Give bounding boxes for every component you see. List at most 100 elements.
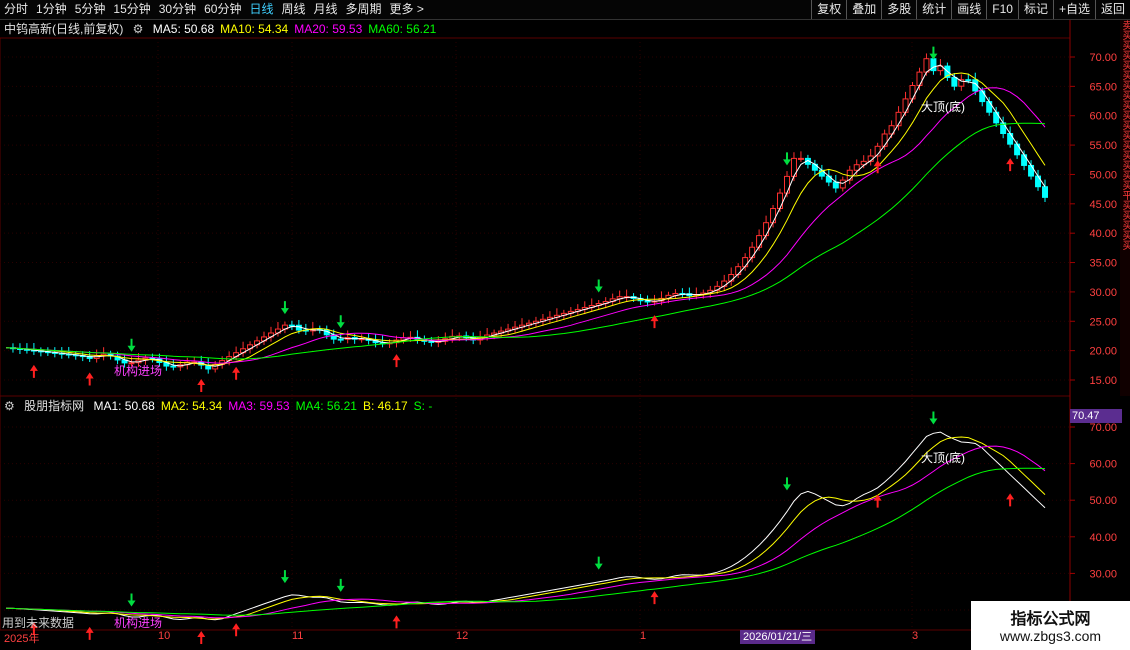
period-tab[interactable]: 周线 <box>277 0 309 19</box>
period-tab[interactable]: 多周期 <box>342 0 386 19</box>
toolbar-action-button[interactable]: 多股 <box>881 0 916 19</box>
candle-body <box>609 298 616 303</box>
candle-body <box>212 364 219 370</box>
candle-body <box>226 356 233 362</box>
candle-body <box>770 208 777 224</box>
price-tick-label: 65.00 <box>1089 81 1117 93</box>
candle-body <box>735 266 742 276</box>
settings-icon[interactable]: ⚙ <box>4 399 15 413</box>
indicator-line <box>5 431 1046 621</box>
candle-body <box>240 348 247 354</box>
ma-legend-item: MA60: 56.21 <box>368 22 437 36</box>
price-tick-label: 55.00 <box>1089 140 1117 152</box>
candle-body <box>867 155 874 162</box>
candle-body <box>477 336 484 341</box>
candle-body <box>763 222 770 237</box>
candle-body <box>860 160 867 166</box>
candle-body <box>902 98 909 113</box>
candle-body <box>539 318 546 322</box>
candle-body <box>560 312 567 316</box>
price-tick-label: 45.00 <box>1089 199 1117 211</box>
candle-body <box>323 329 330 336</box>
candle-body <box>853 164 860 171</box>
ma-line <box>5 64 1046 367</box>
period-tab[interactable]: 日线 <box>245 0 277 19</box>
price-tick-label: 40.00 <box>1089 228 1117 240</box>
candle-body <box>337 338 344 341</box>
candle-body <box>630 296 637 299</box>
indicator-tick-label: 70.00 <box>1089 422 1117 434</box>
candle-body <box>881 133 888 147</box>
toolbar-action-button[interactable]: +自选 <box>1052 0 1095 19</box>
candle-body <box>86 355 93 359</box>
kline-chart[interactable]: 70.00 65.00 60.00 55.00 50.00 45.00 40.00 35.00… <box>0 0 1130 650</box>
period-tab[interactable]: 60分钟 <box>200 0 245 19</box>
candle-body <box>281 324 288 330</box>
indicator-line <box>5 467 1046 616</box>
date-tick-label: 3 <box>912 630 919 642</box>
period-tab[interactable]: 分时 <box>0 0 32 19</box>
watermark-url: www.zbgs3.com <box>999 628 1102 644</box>
candle-body <box>616 296 623 300</box>
toolbar-action-button[interactable]: 标记 <box>1017 0 1053 19</box>
candle-body <box>811 163 818 171</box>
candle-body <box>414 336 421 340</box>
candle-body <box>198 361 205 366</box>
candle-body <box>142 357 149 361</box>
period-tab[interactable]: 5分钟 <box>71 0 110 19</box>
toolbar-action-button[interactable]: 返回 <box>1094 0 1130 19</box>
candle-body <box>825 175 832 183</box>
ma-legend-item: MA5: 50.68 <box>152 22 215 36</box>
sell-arrow <box>782 152 791 166</box>
toolbar-action-button[interactable]: F10 <box>986 0 1018 19</box>
toolbar-action-button[interactable]: 复权 <box>811 0 846 19</box>
buy-arrow <box>650 315 659 329</box>
candle-body <box>170 365 177 368</box>
stock-title[interactable]: 中钨高新(日线,前复权) <box>4 22 123 36</box>
indicator-title[interactable]: 股朋指标网 <box>24 399 84 413</box>
entry-signal-label: 机构进场 <box>114 615 162 630</box>
candle-body <box>930 58 937 72</box>
buy-arrow <box>1006 158 1015 172</box>
period-tab[interactable]: 15分钟 <box>109 0 154 19</box>
period-tab[interactable]: 30分钟 <box>155 0 200 19</box>
main-panel-frame <box>0 37 1071 397</box>
toolbar-action-button[interactable]: 叠加 <box>846 0 881 19</box>
buy-arrow <box>873 160 882 174</box>
candle-body <box>16 347 23 350</box>
toolbar-action-button[interactable]: 统计 <box>916 0 951 19</box>
candle-body <box>944 65 951 78</box>
candle-body <box>442 338 449 342</box>
toolbar-actions: 复权 叠加 多股 统计 画线 F10 标记 +自选 返回 <box>811 0 1130 19</box>
candle-body <box>721 280 728 287</box>
period-tab[interactable]: 1分钟 <box>32 0 71 19</box>
settings-icon[interactable]: ⚙ <box>133 22 144 36</box>
cursor-date-label: 2026/01/21/三 <box>740 630 816 644</box>
candle-body <box>163 361 170 367</box>
candle-body <box>846 169 853 181</box>
buy-arrow <box>1006 493 1015 507</box>
indicator-tick-label: 40.00 <box>1089 532 1117 544</box>
ma-legend-item: MA2: 54.34 <box>160 399 223 413</box>
toolbar-action-button[interactable]: 画线 <box>951 0 986 19</box>
period-tab[interactable]: 更多 > <box>386 0 428 19</box>
candle-body <box>749 246 756 259</box>
candle-body <box>365 338 372 341</box>
buy-arrow <box>650 591 659 605</box>
candle-body <box>58 352 65 355</box>
candle-body <box>114 355 121 361</box>
candle-body <box>777 192 784 210</box>
period-tab[interactable]: 月线 <box>310 0 342 19</box>
candle-body <box>421 338 428 342</box>
candle-body <box>679 292 686 295</box>
candle-body <box>344 337 351 340</box>
candle-body <box>797 157 804 160</box>
candle-body <box>44 351 51 354</box>
candle-body <box>456 335 463 338</box>
ma-legend-item: MA10: 54.34 <box>220 22 289 36</box>
ma-line <box>5 122 1046 360</box>
ma-legend-item: B: 46.17 <box>362 399 408 413</box>
candle-body <box>449 335 456 340</box>
candle-body <box>9 347 16 350</box>
candle-body <box>428 340 435 343</box>
